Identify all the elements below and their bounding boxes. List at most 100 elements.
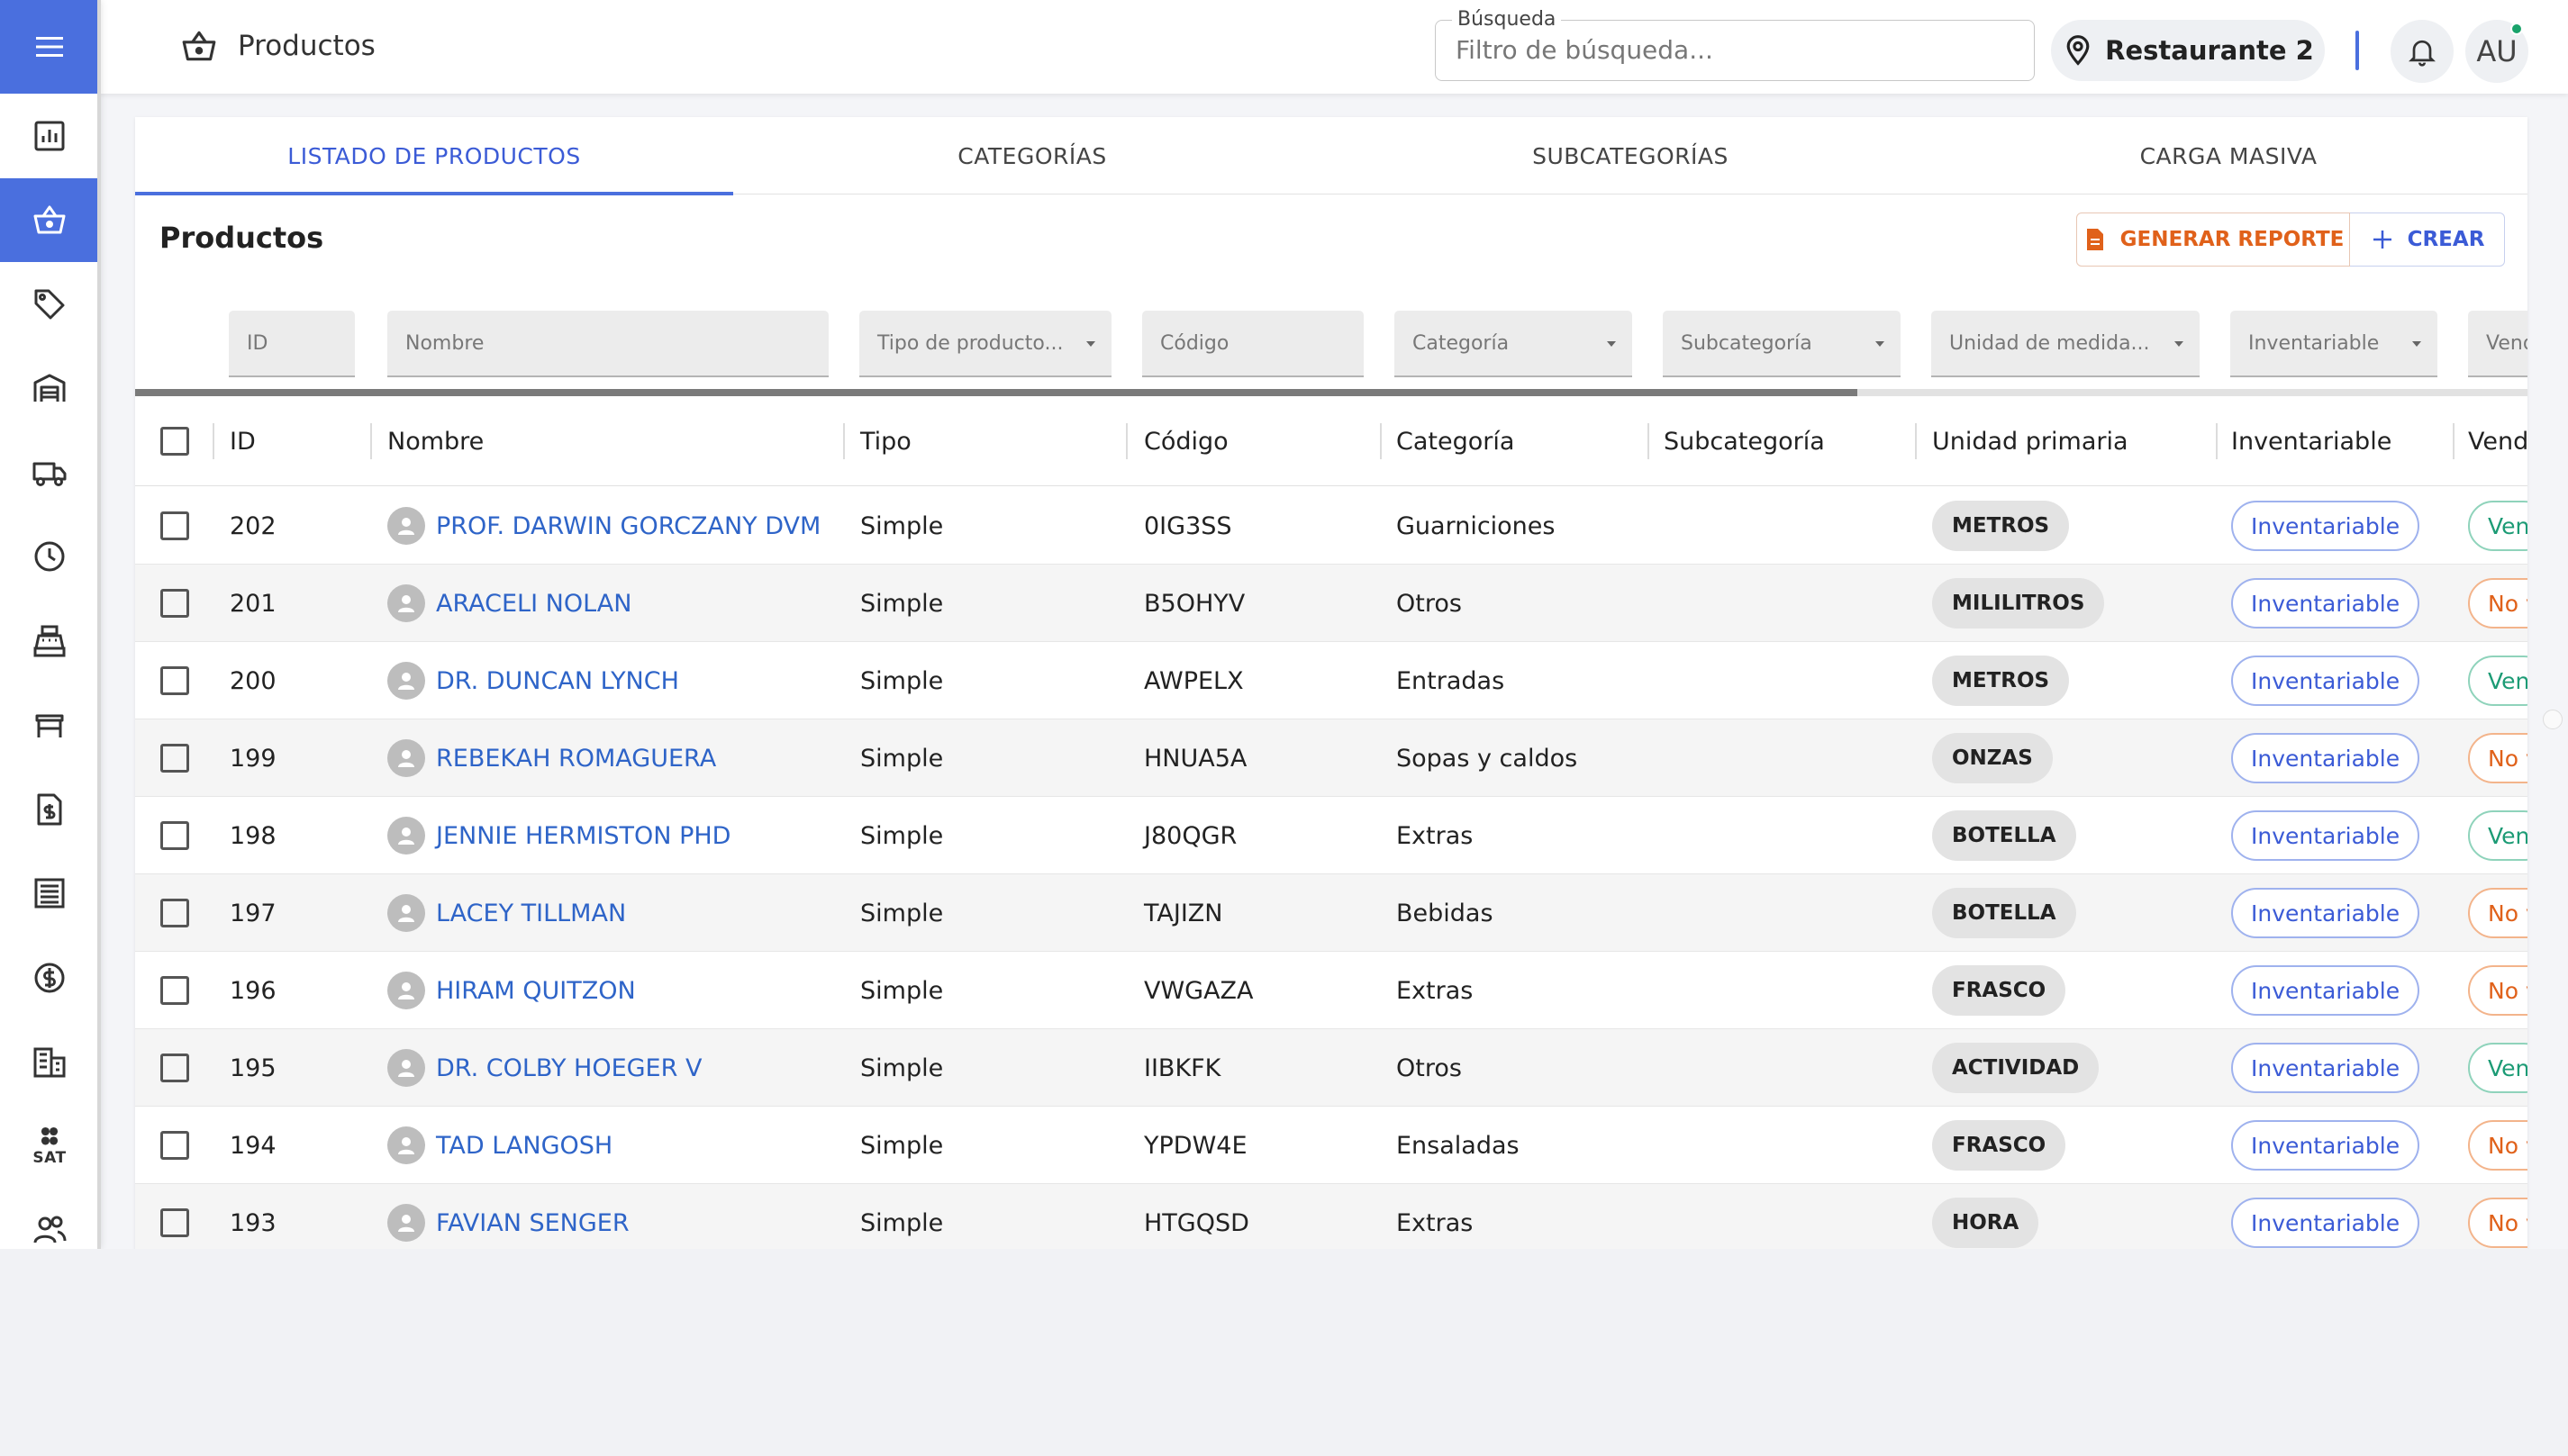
row-checkbox[interactable] [160, 511, 189, 540]
scroll-handle[interactable] [2543, 710, 2563, 729]
inventory-chip[interactable]: Inventariable [2231, 656, 2420, 706]
inventory-chip[interactable]: Inventariable [2231, 888, 2420, 938]
sellable-chip[interactable]: No v [2468, 965, 2527, 1016]
sidebar-item-tables[interactable] [0, 683, 99, 768]
row-checkbox[interactable] [160, 744, 189, 773]
cell-name[interactable]: PROF. DARWIN GORCZANY DVM [387, 487, 821, 565]
row-checkbox[interactable] [160, 976, 189, 1005]
column-header-inventory[interactable]: Inventariable [2231, 396, 2391, 486]
sidebar-item-company[interactable] [0, 1020, 99, 1105]
sidebar-item-products[interactable] [0, 177, 99, 262]
table-row[interactable]: 196 HIRAM QUITZON Simple VWGAZA Extras FRASCO… [135, 952, 2527, 1029]
sellable-chip[interactable]: Ven [2468, 810, 2527, 861]
row-checkbox[interactable] [160, 589, 189, 618]
table-row[interactable]: 199 REBEKAH ROMAGUERA Simple HNUA5A Sopas y … [135, 719, 2527, 797]
column-header-sellable[interactable]: Vend [2468, 396, 2527, 486]
inventory-chip[interactable]: Inventariable [2231, 965, 2420, 1016]
cell-name[interactable]: HIRAM QUITZON [387, 952, 636, 1029]
sellable-chip[interactable]: No v [2468, 888, 2527, 938]
cell-name[interactable]: FAVIAN SENGER [387, 1184, 630, 1249]
column-header-category[interactable]: Categoría [1396, 396, 1514, 486]
search-input[interactable] [1456, 35, 1996, 65]
inventory-chip[interactable]: Inventariable [2231, 1120, 2420, 1171]
filter-unit[interactable]: Unidad de medida... [1931, 311, 2200, 377]
inventory-chip[interactable]: Inventariable [2231, 1198, 2420, 1248]
sellable-chip[interactable]: No v [2468, 1120, 2527, 1171]
product-name-link[interactable]: FAVIAN SENGER [436, 1209, 630, 1237]
filter-inventory[interactable]: Inventariable [2230, 311, 2437, 377]
tab-bulk-upload[interactable]: CARGA MASIVA [1929, 117, 2527, 194]
menu-button[interactable] [0, 0, 99, 94]
tab-categories[interactable]: CATEGORÍAS [733, 117, 1331, 194]
row-checkbox[interactable] [160, 1131, 189, 1160]
cell-name[interactable]: JENNIE HERMISTON PHD [387, 797, 730, 874]
sellable-chip[interactable]: Ven [2468, 656, 2527, 706]
filter-product-type[interactable]: Tipo de producto... [859, 311, 1112, 377]
filter-category[interactable]: Categoría [1394, 311, 1632, 377]
sidebar-item-invoices[interactable] [0, 767, 99, 852]
table-row[interactable]: 194 TAD LANGOSH Simple YPDW4E Ensaladas FRASC… [135, 1107, 2527, 1184]
row-checkbox[interactable] [160, 821, 189, 850]
inventory-chip[interactable]: Inventariable [2231, 810, 2420, 861]
sellable-chip[interactable]: Ven [2468, 1043, 2527, 1093]
product-name-link[interactable]: JENNIE HERMISTON PHD [436, 822, 730, 850]
inventory-chip[interactable]: Inventariable [2231, 501, 2420, 551]
sidebar-item-sat[interactable]: SAT [0, 1104, 99, 1189]
tab-product-list[interactable]: LISTADO DE PRODUCTOS [135, 117, 733, 195]
cell-name[interactable]: ARACELI NOLAN [387, 565, 631, 642]
row-checkbox[interactable] [160, 899, 189, 927]
product-name-link[interactable]: HIRAM QUITZON [436, 977, 636, 1005]
sidebar-item-delivery[interactable] [0, 430, 99, 515]
row-checkbox[interactable] [160, 1054, 189, 1082]
sellable-chip[interactable]: No v [2468, 578, 2527, 629]
sidebar-item-tags[interactable] [0, 262, 99, 347]
sidebar-item-dashboard[interactable] [0, 94, 99, 178]
sidebar-item-payments[interactable] [0, 936, 99, 1020]
column-header-type[interactable]: Tipo [860, 396, 912, 486]
table-row[interactable]: 200 DR. DUNCAN LYNCH Simple AWPELX Entradas M… [135, 642, 2527, 719]
sellable-chip[interactable]: No v [2468, 733, 2527, 783]
search-field[interactable]: Búsqueda [1435, 8, 2035, 81]
filter-code[interactable]: Código [1142, 311, 1364, 377]
column-header-unit[interactable]: Unidad primaria [1932, 396, 2128, 486]
product-name-link[interactable]: TAD LANGOSH [436, 1132, 613, 1160]
column-header-subcategory[interactable]: Subcategoría [1664, 396, 1825, 486]
restaurant-selector[interactable]: Restaurante 2 [2051, 20, 2325, 81]
sidebar-item-history[interactable] [0, 515, 99, 600]
table-row[interactable]: 193 FAVIAN SENGER Simple HTGQSD Extras HORA In… [135, 1184, 2527, 1249]
table-row[interactable]: 198 JENNIE HERMISTON PHD Simple J80QGR Extra… [135, 797, 2527, 874]
product-name-link[interactable]: DR. DUNCAN LYNCH [436, 667, 679, 695]
sellable-chip[interactable]: Ven [2468, 501, 2527, 551]
tab-subcategories[interactable]: SUBCATEGORÍAS [1331, 117, 1929, 194]
product-name-link[interactable]: PROF. DARWIN GORCZANY DVM [436, 512, 821, 540]
table-row[interactable]: 195 DR. COLBY HOEGER V Simple IIBKFK Otros AC… [135, 1029, 2527, 1107]
sellable-chip[interactable]: No v [2468, 1198, 2527, 1248]
column-header-id[interactable]: ID [230, 396, 256, 486]
column-header-name[interactable]: Nombre [387, 396, 484, 486]
row-checkbox[interactable] [160, 666, 189, 695]
sidebar-item-warehouse[interactable] [0, 347, 99, 431]
avatar-button[interactable]: AU [2465, 20, 2528, 83]
select-all-checkbox[interactable] [160, 427, 189, 456]
inventory-chip[interactable]: Inventariable [2231, 1043, 2420, 1093]
row-checkbox[interactable] [160, 1208, 189, 1237]
table-row[interactable]: 197 LACEY TILLMAN Simple TAJIZN Bebidas BOTEL… [135, 874, 2527, 952]
filter-subcategory[interactable]: Subcategoría [1663, 311, 1901, 377]
sidebar-item-cashier[interactable] [0, 599, 99, 683]
table-row[interactable]: 202 PROF. DARWIN GORCZANY DVM Simple 0IG3SS… [135, 487, 2527, 565]
table-row[interactable]: 201 ARACELI NOLAN Simple B5OHYV Otros MILILIT… [135, 565, 2527, 642]
cell-name[interactable]: TAD LANGOSH [387, 1107, 613, 1184]
filter-id[interactable]: ID [229, 311, 355, 377]
filter-sellable[interactable]: Vend [2468, 311, 2527, 377]
cell-name[interactable]: REBEKAH ROMAGUERA [387, 719, 716, 797]
cell-name[interactable]: LACEY TILLMAN [387, 874, 626, 952]
cell-name[interactable]: DR. COLBY HOEGER V [387, 1029, 702, 1107]
sidebar-item-users[interactable] [0, 1189, 99, 1250]
sidebar-item-lists[interactable] [0, 852, 99, 936]
cell-name[interactable]: DR. DUNCAN LYNCH [387, 642, 679, 719]
notifications-button[interactable] [2391, 20, 2454, 83]
product-name-link[interactable]: REBEKAH ROMAGUERA [436, 745, 716, 773]
product-name-link[interactable]: DR. COLBY HOEGER V [436, 1054, 702, 1082]
inventory-chip[interactable]: Inventariable [2231, 578, 2420, 629]
filter-name[interactable]: Nombre [387, 311, 829, 377]
